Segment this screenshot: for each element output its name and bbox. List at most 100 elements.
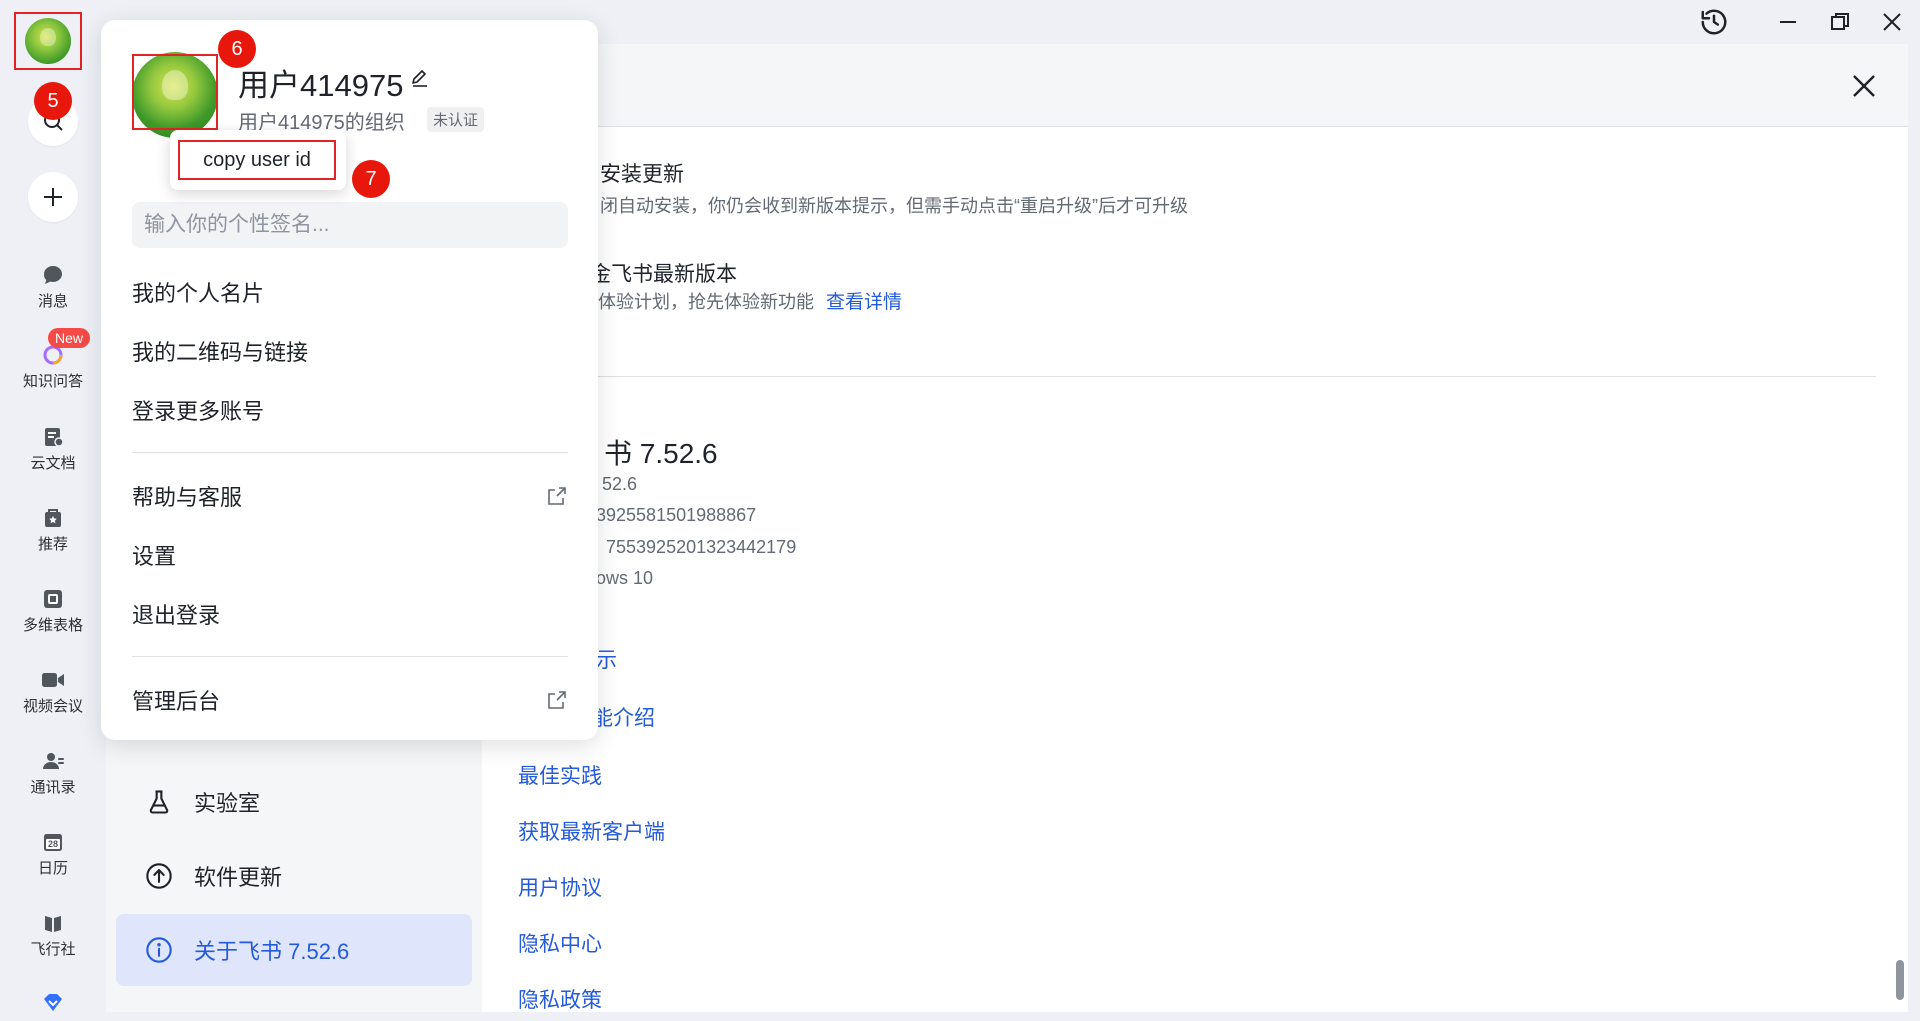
menu-admin-console[interactable]: 管理后台 [132, 678, 568, 722]
about-link-best-practice[interactable]: 最佳实践 [518, 760, 602, 790]
recommend-icon [40, 505, 66, 531]
calendar-day: 28 [47, 839, 58, 849]
external-link-icon [548, 691, 566, 709]
beta-title: 金飞书最新版本 [590, 263, 737, 286]
rail-item-label: 通讯录 [30, 779, 76, 796]
about-link-privacy-center[interactable]: 隐私中心 [518, 928, 602, 958]
menu-divider [132, 452, 568, 453]
rail-item-label: 推荐 [37, 536, 68, 553]
signature-input[interactable] [132, 202, 568, 248]
window-close-button[interactable] [1872, 6, 1912, 38]
rail-item-knowledge-qa[interactable]: New 知识问答 [0, 328, 106, 391]
about-link-get-client[interactable]: 获取最新客户端 [518, 816, 665, 846]
about-link-user-agreement[interactable]: 用户协议 [518, 872, 602, 902]
profile-name: 用户414975 [238, 68, 404, 103]
rail-item-cloud-docs[interactable]: 云文档 [0, 424, 106, 473]
rail-item-label: 飞行社 [30, 941, 76, 958]
knowledge-qa-icon: New [40, 328, 91, 368]
step-badge-5: 5 [34, 82, 72, 120]
id-line-2: 7553925201323442179 [606, 537, 797, 557]
menu-item-label: 退出登录 [132, 603, 221, 628]
auto-update-desc: 闭自动安装，你仍会收到新版本提示，但需手动点击“重启升级”后才可升级 [600, 196, 1188, 216]
avatar-highlight-box [132, 54, 218, 130]
rail-item-messages[interactable]: 消息 [0, 262, 106, 311]
arrow-up-circle-icon [144, 861, 174, 891]
verify-status-badge: 未认证 [427, 107, 485, 132]
minimize-icon [1780, 21, 1796, 23]
settings-nav-label: 软件更新 [194, 865, 283, 890]
rail-item-label: 日历 [37, 860, 68, 877]
cloud-doc-icon [40, 424, 66, 450]
info-circle-icon [144, 935, 174, 965]
edit-pencil-icon[interactable] [410, 68, 430, 88]
external-link-icon [548, 487, 566, 505]
about-link-features[interactable]: 能介绍 [592, 702, 655, 732]
settings-content [482, 44, 1908, 1012]
rail-item-base[interactable]: 多维表格 [0, 586, 106, 635]
menu-my-qr-link[interactable]: 我的二维码与链接 [132, 329, 568, 373]
menu-logout[interactable]: 退出登录 [132, 592, 568, 636]
menu-divider [132, 656, 568, 657]
contacts-icon [40, 748, 66, 774]
close-icon [1883, 13, 1901, 31]
new-badge: New [48, 328, 91, 348]
menu-my-card[interactable]: 我的个人名片 [132, 270, 568, 314]
diamond-app-icon[interactable] [40, 990, 66, 1016]
menu-item-label: 帮助与客服 [132, 485, 243, 510]
plus-icon [44, 188, 62, 206]
flask-icon [144, 787, 174, 817]
about-link-1[interactable]: 示 [596, 644, 617, 674]
beta-desc: 体验计划，抢先体验新功能 [598, 292, 814, 312]
restore-icon [1831, 13, 1849, 30]
rail-item-label: 云文档 [30, 455, 76, 472]
rail-item-calendar[interactable]: 28 日历 [0, 829, 106, 878]
calendar-icon: 28 [40, 829, 66, 855]
video-camera-icon [40, 667, 66, 693]
copy-user-id-tooltip: copy user id [170, 130, 346, 190]
menu-help-support[interactable]: 帮助与客服 [132, 474, 568, 518]
minimize-button[interactable] [1768, 6, 1808, 38]
settings-header [482, 44, 1908, 127]
menu-item-label: 我的个人名片 [132, 281, 265, 306]
step-badge-7: 7 [352, 160, 390, 198]
menu-item-label: 设置 [132, 544, 177, 569]
chat-bubble-icon [40, 262, 66, 288]
menu-login-more-accounts[interactable]: 登录更多账号 [132, 388, 568, 432]
about-link-privacy-policy[interactable]: 隐私政策 [518, 984, 602, 1014]
menu-item-label: 管理后台 [132, 689, 221, 714]
settings-nav-label: 实验室 [194, 791, 261, 816]
copy-user-id-button[interactable]: copy user id [178, 140, 336, 180]
menu-item-label: 登录更多账号 [132, 399, 265, 424]
rail-item-recommend[interactable]: 推荐 [0, 505, 106, 554]
history-button[interactable] [1694, 6, 1734, 38]
version-title: 书 7.52.6 [604, 438, 718, 469]
rail-item-label: 多维表格 [22, 617, 83, 634]
menu-settings[interactable]: 设置 [132, 533, 568, 577]
menu-item-label: 我的二维码与链接 [132, 340, 309, 365]
user-avatar-button[interactable] [14, 12, 82, 70]
rail-item-video-meeting[interactable]: 视频会议 [0, 667, 106, 716]
rail-item-label: 知识问答 [22, 373, 83, 390]
avatar [25, 18, 71, 64]
os-line: ows 10 [596, 568, 654, 588]
add-button[interactable] [28, 172, 78, 222]
content-divider [580, 376, 1876, 377]
base-table-icon [40, 586, 66, 612]
restore-button[interactable] [1820, 6, 1860, 38]
close-icon [1853, 75, 1875, 97]
beta-details-link[interactable]: 查看详情 [826, 287, 902, 314]
scrollbar-thumb[interactable] [1896, 960, 1904, 1000]
app-rail: 消息 New 知识问答 云文档 推荐 多维表格 视频会议 通讯录 28 日历 飞… [0, 0, 106, 1020]
history-icon [1701, 9, 1727, 35]
rail-item-contacts[interactable]: 通讯录 [0, 748, 106, 797]
rail-item-label: 视频会议 [22, 698, 83, 715]
step-badge-6: 6 [218, 30, 256, 68]
settings-nav-update[interactable]: 软件更新 [116, 840, 472, 912]
settings-nav-lab[interactable]: 实验室 [116, 766, 472, 838]
auto-update-title: 安装更新 [600, 163, 684, 186]
settings-nav-about[interactable]: 关于飞书 7.52.6 [116, 914, 472, 986]
rail-item-label: 消息 [37, 293, 68, 310]
id-line-1: 3925581501988867 [596, 505, 757, 525]
rail-item-flight-club[interactable]: 飞行社 [0, 910, 106, 959]
settings-close-button[interactable] [1846, 68, 1882, 104]
